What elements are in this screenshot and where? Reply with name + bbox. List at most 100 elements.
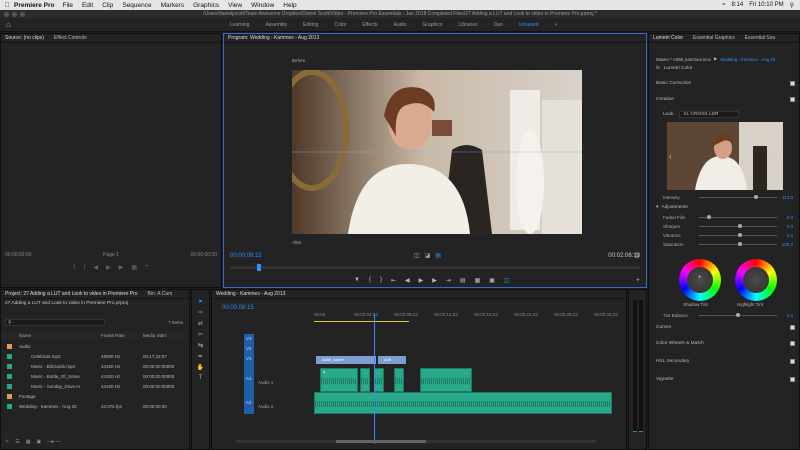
look-dropdown[interactable]: SL CROSS LDR (679, 111, 740, 118)
wrench-icon[interactable]: ⚙ (634, 252, 640, 260)
search-icon[interactable]: ⚲ (790, 2, 794, 9)
export-frame-icon[interactable]: ▣ (489, 277, 495, 284)
menu-file[interactable]: File (62, 2, 72, 9)
tab-essential-graphics[interactable]: Essential Graphics (693, 34, 735, 42)
saturation-slider[interactable] (699, 241, 777, 246)
insert-icon[interactable]: ▦ (131, 264, 137, 272)
program-scrubber[interactable] (230, 264, 640, 271)
intensity-slider-knob[interactable] (753, 194, 758, 199)
saturation-knob[interactable] (738, 241, 742, 246)
vibrance-slider[interactable] (699, 232, 777, 237)
workspace-tab-assembly[interactable]: Assembly (257, 22, 295, 28)
list-item[interactable]: Music - Bottle_Of_Some 44100 Hz 00:00:00:0… (1, 372, 187, 381)
sharpen-knob[interactable] (738, 223, 742, 228)
hsl-checkbox[interactable] (790, 359, 795, 364)
list-item[interactable]: Audio (1, 342, 187, 351)
apple-icon[interactable]:  (0, 2, 14, 9)
slip-tool-icon[interactable]: ↹ (198, 342, 203, 349)
type-tool-icon[interactable]: T (199, 375, 203, 381)
work-area-bar[interactable] (314, 321, 409, 322)
play-icon[interactable]: ▶ (419, 277, 424, 284)
audio-clip[interactable] (420, 368, 472, 392)
workspace-tab-unsaved[interactable]: Unsaved (511, 22, 547, 28)
col-frame-rate[interactable]: Frame Rate (101, 333, 125, 338)
ripple-edit-tool-icon[interactable]: ⇄ (198, 320, 203, 327)
playhead-knob[interactable] (256, 264, 261, 271)
workspace-tab-audio[interactable]: Audio (386, 22, 415, 28)
timeline-ruler[interactable]: 00:00 00:00:04:23 00:00:09:23 00:00:14:23 00… (314, 310, 622, 320)
step-back-icon[interactable]: ◀ (93, 264, 98, 272)
step-forward-icon[interactable]: ▶ (432, 277, 437, 284)
sharpen-value[interactable]: 0.0 (781, 224, 793, 229)
add-marker-icon[interactable]: ▼ (354, 277, 360, 284)
menu-edit[interactable]: Edit (82, 2, 93, 9)
list-item[interactable]: Celebrant.mp3 48000 Hz 00;17;22;07 (1, 352, 187, 361)
sharpen-slider[interactable] (699, 223, 777, 228)
list-view-icon[interactable]: ☰ (15, 439, 19, 445)
hand-tool-icon[interactable]: ✋ (197, 364, 204, 371)
previous-look-icon[interactable]: ‹ (669, 152, 672, 161)
label-color-swatch[interactable] (7, 404, 12, 409)
audio-clip[interactable]: A (320, 368, 358, 392)
go-to-in-icon[interactable]: ⇤ (391, 277, 396, 284)
pencil-icon[interactable]: ✎ (5, 439, 9, 445)
program-video-frame[interactable] (292, 70, 582, 234)
vibrance-knob[interactable] (738, 232, 742, 237)
zoom-window-button[interactable] (20, 11, 25, 17)
menu-clip[interactable]: Clip (102, 2, 113, 9)
comparison-side-by-side-icon[interactable]: ◫ (414, 252, 420, 259)
vignette-checkbox[interactable] (790, 377, 795, 382)
look-preview-thumbnail[interactable] (667, 122, 783, 190)
list-item[interactable]: Footage (1, 392, 187, 401)
audio-clip-music[interactable] (314, 392, 612, 414)
creative-checkbox[interactable] (790, 97, 795, 102)
adjustments-label[interactable]: Adjustments (661, 205, 687, 210)
icon-view-icon[interactable]: ▦ (26, 439, 31, 445)
menu-sequence[interactable]: Sequence (122, 2, 151, 9)
timeline-timecode[interactable]: 00:00:08:15 (222, 305, 254, 311)
basic-correction-checkbox[interactable] (790, 81, 795, 86)
workspace-tab-graphics[interactable]: Graphics (414, 22, 450, 28)
list-item[interactable]: Music - Sunday_Drive.m 44100 Hz 00:00:00:0… (1, 382, 187, 391)
video-clip[interactable]: A086_kamm (316, 356, 376, 364)
selection-tool-icon[interactable]: ➤ (198, 298, 203, 305)
faded-film-slider[interactable] (699, 214, 777, 219)
tab-source[interactable]: Source: (no clips) (5, 34, 44, 42)
section-vignette[interactable]: Vignette (656, 377, 674, 382)
mark-in-icon[interactable]: { (369, 277, 371, 284)
go-to-out-icon[interactable]: ⇥ (446, 277, 451, 284)
list-item[interactable]: Wedding - Kammes - Aug 20 23.976 fps 00;00… (1, 402, 187, 411)
extract-icon[interactable]: ▦ (475, 277, 481, 284)
curves-checkbox[interactable] (790, 325, 795, 330)
shadow-tint-wheel[interactable]: + (679, 259, 721, 301)
menu-view[interactable]: View (228, 2, 242, 9)
color-wheels-checkbox[interactable] (790, 341, 795, 346)
next-look-icon[interactable]: › (775, 152, 778, 161)
label-color-swatch[interactable] (7, 354, 12, 359)
minimize-window-button[interactable] (12, 11, 17, 17)
home-icon[interactable]: ⌂ (6, 20, 16, 30)
intensity-slider[interactable] (699, 194, 777, 199)
tint-balance-knob[interactable] (736, 312, 741, 317)
tab-essential-sound[interactable]: Essential Sou (745, 34, 776, 42)
list-item[interactable]: Music - Blizzards.mp3 44100 Hz 00:00:00:00… (1, 362, 187, 371)
lift-icon[interactable]: ▤ (460, 277, 466, 284)
section-basic-correction[interactable]: Basic Correction (656, 81, 691, 86)
tint-balance-slider[interactable] (699, 312, 777, 317)
faded-film-knob[interactable] (706, 214, 711, 219)
close-window-button[interactable] (4, 11, 9, 17)
faded-film-value[interactable]: 0.0 (781, 215, 793, 220)
saturation-value[interactable]: 100.0 (781, 242, 793, 247)
wifi-icon[interactable]: ≈ (722, 2, 725, 8)
tint-balance-value[interactable]: 0.0 (781, 313, 793, 318)
battery-status[interactable]: 8:14 (732, 2, 744, 8)
workspace-tab-effects[interactable]: Effects (354, 22, 385, 28)
highlight-tint-wheel[interactable] (735, 259, 777, 301)
menu-window[interactable]: Window (251, 2, 274, 9)
source-page-select[interactable]: Page 1 (103, 252, 119, 258)
razor-tool-icon[interactable]: ✂ (198, 331, 203, 338)
mark-out-icon[interactable]: } (83, 264, 85, 272)
video-clip[interactable]: A08 (378, 356, 406, 364)
play-icon[interactable]: ▶ (106, 264, 111, 272)
menu-help[interactable]: Help (283, 2, 296, 9)
